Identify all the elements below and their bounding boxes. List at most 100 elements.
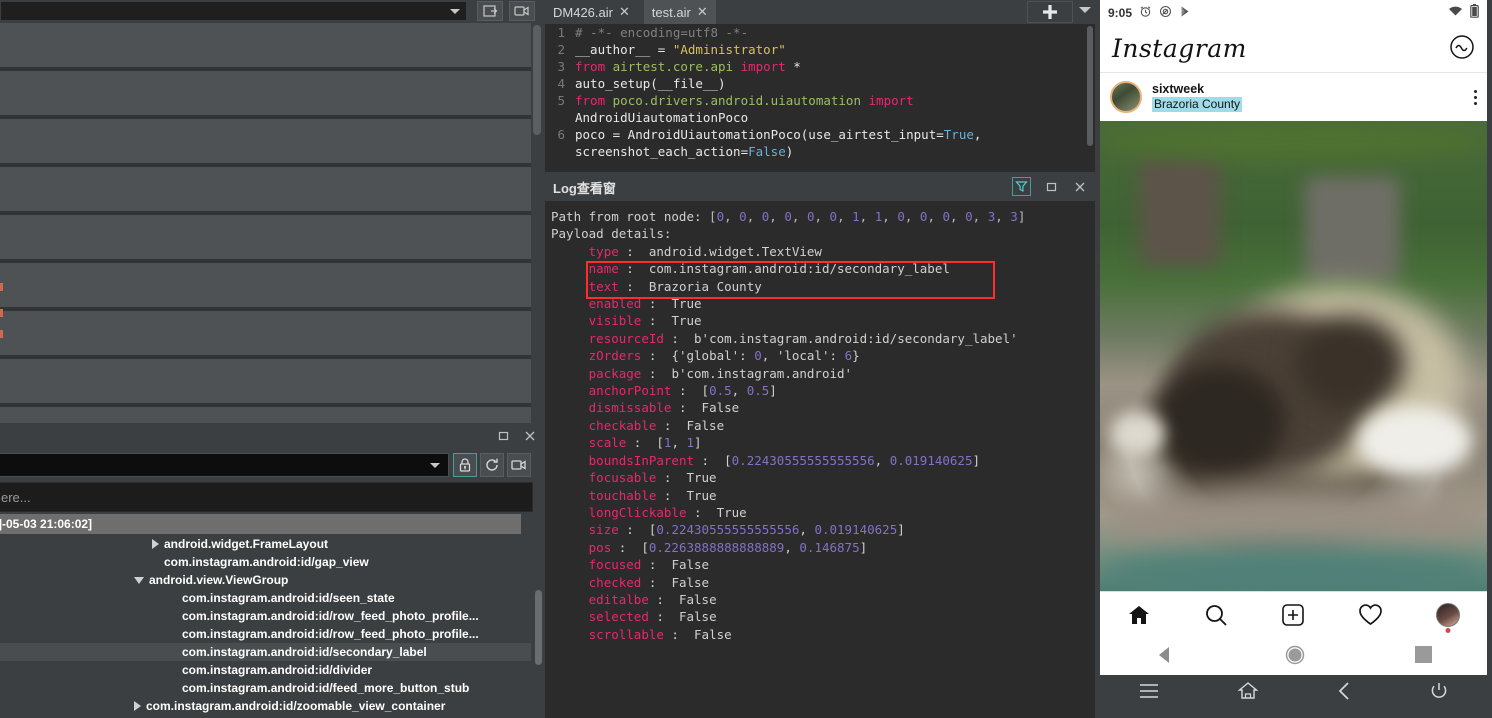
power-icon[interactable] — [1430, 682, 1448, 703]
video-record-icon[interactable] — [509, 1, 535, 21]
tree-node[interactable]: com.instagram.android:id/feed_more_butto… — [0, 679, 531, 697]
log-entry-value: True — [671, 296, 702, 312]
back-nav[interactable] — [1155, 646, 1175, 667]
maximize-icon[interactable] — [1045, 180, 1059, 194]
list-item[interactable] — [0, 311, 531, 355]
search-input[interactable]: ere... — [0, 482, 533, 512]
tree-node[interactable]: android.widget.FrameLayout — [0, 535, 531, 553]
screenshot-icon[interactable] — [477, 1, 503, 21]
editor-tab-DM426-air[interactable]: DM426.air ✕ — [545, 0, 638, 24]
timestamp-row: ]-05-03 21:06:02] — [0, 514, 521, 534]
status-time: 9:05 — [1108, 5, 1133, 20]
profile-tab[interactable] — [1423, 595, 1473, 635]
log-entry-key: focused — [588, 557, 642, 573]
tree-node[interactable]: com.instagram.android:id/row_feed_photo_… — [0, 625, 531, 643]
maximize-icon[interactable] — [497, 429, 511, 443]
chevron-down-icon[interactable] — [134, 576, 144, 584]
tree-scrollbar[interactable] — [532, 535, 544, 718]
left-top-list[interactable] — [0, 23, 531, 423]
tab-list-chevron-icon[interactable] — [1079, 7, 1091, 13]
tree-node[interactable]: com.instagram.android:id/zoomable_view_c… — [0, 697, 531, 715]
device-hardware-bar — [1100, 675, 1487, 710]
scrollbar-thumb[interactable] — [533, 25, 541, 135]
close-icon[interactable] — [523, 429, 537, 443]
editor-tab-test-air[interactable]: test.air ✕ — [643, 0, 716, 24]
left-top-toolbar — [0, 0, 545, 22]
log-entry: package : b'com.instagram.android' — [588, 365, 853, 381]
editor-scrollbar[interactable] — [1085, 24, 1095, 169]
home-tab[interactable] — [1114, 595, 1164, 635]
more-options-icon[interactable] — [1474, 89, 1477, 105]
tree-node[interactable]: com.instagram.android:id/divider — [0, 661, 531, 679]
refresh-icon[interactable] — [480, 453, 504, 477]
list-item[interactable] — [0, 215, 531, 317]
home-nav[interactable] — [1285, 645, 1305, 668]
list-item[interactable] — [0, 263, 531, 307]
left-top-dropdown[interactable] — [0, 1, 467, 21]
log-entry-key: zOrders — [588, 348, 642, 364]
tree-node-label: com.instagram.android:id/row_feed_photo_… — [182, 627, 479, 641]
avatar[interactable] — [1110, 81, 1142, 113]
tab-label: DM426.air — [553, 4, 613, 20]
menu-icon[interactable] — [1139, 683, 1159, 702]
new-tab-button[interactable] — [1027, 1, 1073, 23]
left-top-scrollbar[interactable] — [531, 23, 543, 423]
filter-icon[interactable] — [1012, 177, 1031, 196]
post-secondary-label[interactable]: Brazoria County — [1152, 96, 1243, 112]
chevron-right-icon[interactable] — [152, 539, 159, 549]
code-editor[interactable]: 1 # -*- encoding=utf8 -*- 2 __author__ = "… — [545, 24, 1095, 169]
home-outline-icon[interactable] — [1237, 682, 1259, 703]
list-item[interactable] — [0, 71, 531, 115]
log-entry-value: False — [694, 626, 732, 642]
lock-icon[interactable] — [453, 453, 477, 477]
tree-node[interactable]: com.instagram.android:id/row_feed_photo_… — [0, 607, 531, 625]
log-entry: touchable : True — [588, 487, 717, 503]
list-item[interactable] — [0, 23, 531, 67]
tab-close-icon[interactable]: ✕ — [619, 4, 630, 20]
post-photo[interactable] — [1100, 121, 1487, 591]
left-column: ere... ]-05-03 21:06:02] android.widget.… — [0, 0, 545, 718]
camera-icon[interactable] — [507, 453, 531, 477]
log-entry-key: text — [588, 278, 619, 294]
tree-node[interactable]: com.instagram.android:id/seen_state — [0, 589, 531, 607]
tree-node[interactable]: com.instagram.android:id/gap_view — [0, 553, 531, 571]
add-post-tab[interactable] — [1268, 595, 1318, 635]
android-nav-bar — [1100, 637, 1487, 675]
inspector-toolbar — [0, 450, 545, 480]
instagram-post-header: sixtweek Brazoria County — [1100, 73, 1487, 121]
tab-label: test.air — [651, 4, 691, 20]
log-entry-value: [0.5, 0.5] — [701, 383, 777, 399]
chevron-right-icon[interactable] — [134, 701, 141, 711]
scrollbar-thumb[interactable] — [535, 590, 542, 665]
list-item[interactable] — [0, 407, 531, 423]
list-item[interactable] — [0, 119, 531, 163]
log-entry-value: {'global': 0, 'local': 6} — [671, 348, 860, 364]
log-entry-value: b'com.instagram.android' — [671, 365, 853, 381]
log-output[interactable]: Path from root node: [0, 0, 0, 0, 0, 0, … — [545, 202, 1095, 718]
list-item[interactable] — [0, 359, 531, 403]
list-item[interactable] — [0, 167, 531, 211]
chevron-left-icon[interactable] — [1337, 682, 1351, 703]
tab-close-icon[interactable]: ✕ — [697, 4, 708, 20]
tree-node-label: android.widget.FrameLayout — [164, 537, 329, 551]
log-entry-key: enabled — [588, 296, 642, 312]
line-number: 2 — [557, 42, 565, 57]
ui-tree[interactable]: android.widget.FrameLayout com.instagram.… — [0, 535, 531, 718]
post-username[interactable]: sixtweek — [1152, 82, 1242, 96]
log-entry: checked : False — [588, 574, 710, 590]
scrollbar-thumb[interactable] — [1087, 26, 1093, 146]
activity-tab[interactable] — [1346, 595, 1396, 635]
device-select[interactable] — [0, 453, 449, 477]
left-top-panel — [0, 0, 545, 426]
tree-node[interactable]: android.view.ViewGroup — [0, 571, 531, 589]
log-entry: focusable : True — [588, 470, 717, 486]
tree-node[interactable]: com.instagram.android:id/secondary_label — [0, 643, 531, 661]
recents-nav[interactable] — [1415, 646, 1432, 666]
close-icon[interactable] — [1073, 180, 1087, 194]
messenger-icon[interactable] — [1449, 34, 1475, 63]
log-entry: text : Brazoria County — [588, 278, 762, 294]
log-entry-key: focusable — [588, 470, 657, 486]
line-number: 1 — [557, 25, 565, 40]
notification-badge — [1445, 627, 1451, 633]
search-tab[interactable] — [1191, 595, 1241, 635]
